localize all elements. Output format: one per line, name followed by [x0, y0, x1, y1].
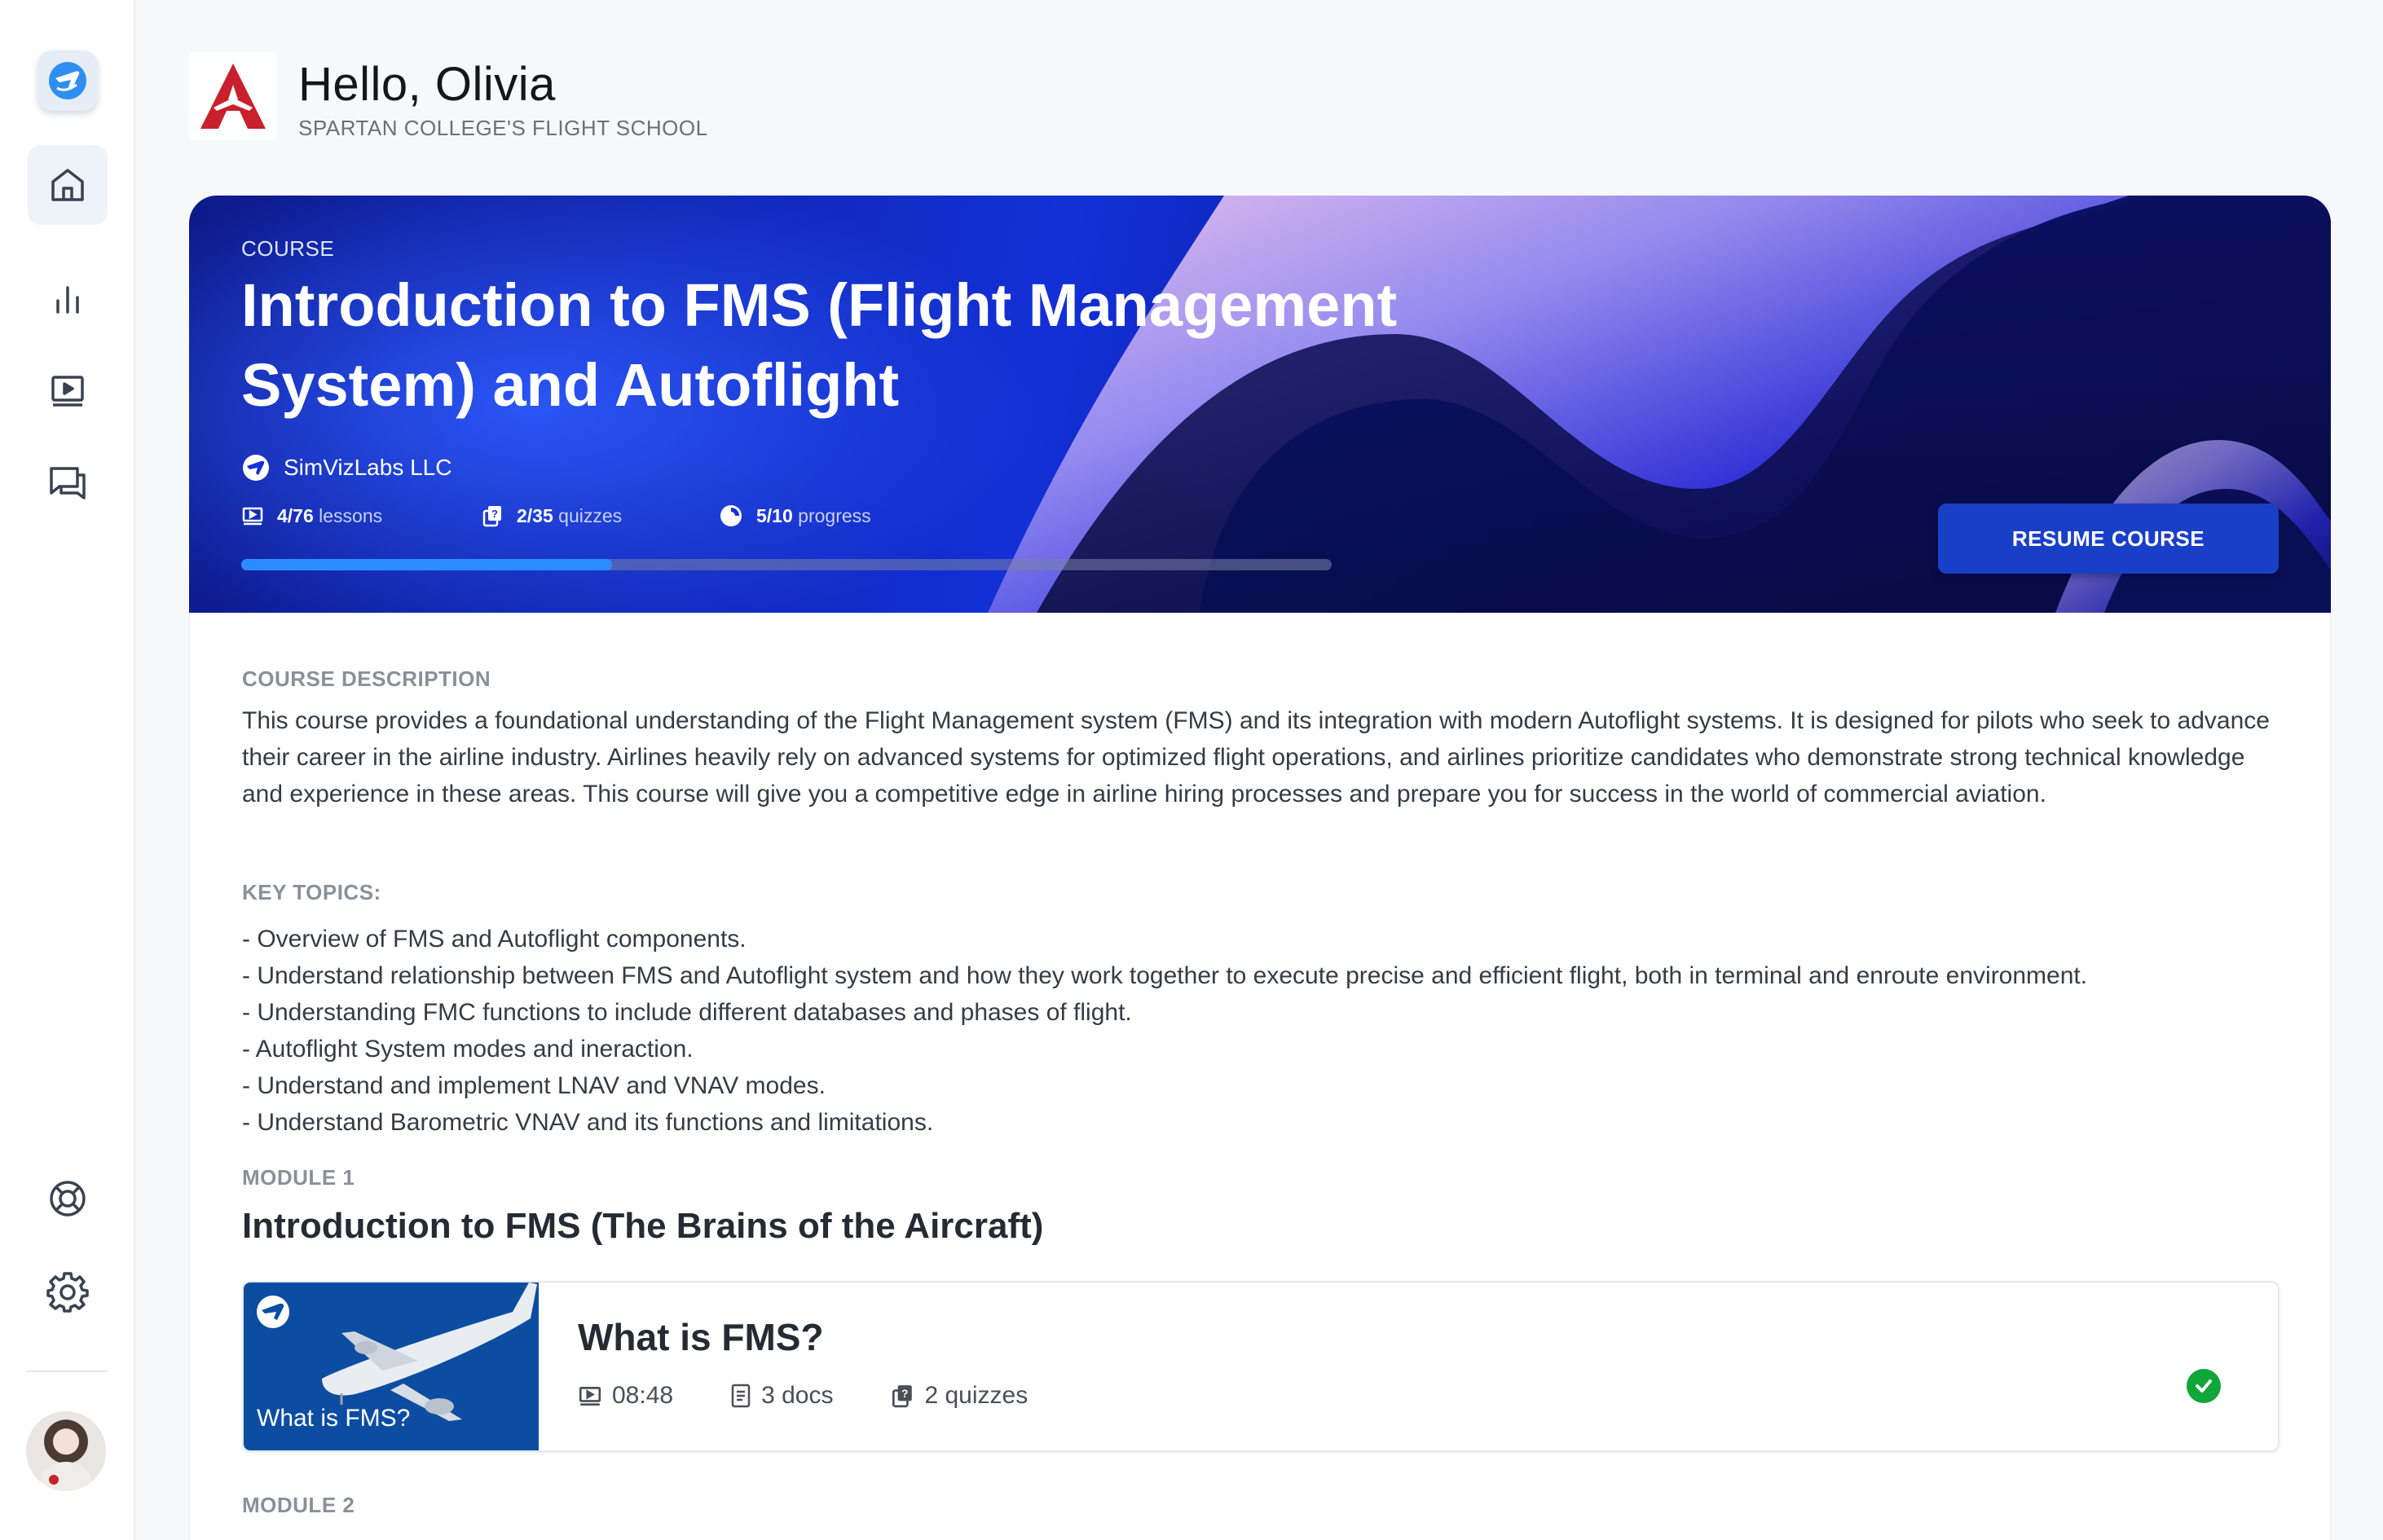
sidebar-item-home[interactable] — [28, 145, 108, 225]
course-stats: 4/76 lessons ? 2/35 quizzes 5/10 progres… — [241, 504, 871, 528]
sidebar-item-videos[interactable] — [28, 350, 108, 430]
module-1-label: MODULE 1 — [242, 1165, 355, 1190]
avatar[interactable] — [26, 1411, 106, 1491]
lessons-stat: 4/76 lessons — [241, 504, 481, 527]
lesson-title[interactable]: What is FMS? — [578, 1315, 824, 1359]
video-icon — [579, 1387, 601, 1406]
app-logo[interactable] — [37, 51, 98, 111]
course-progress-fill — [241, 559, 612, 570]
quiz-icon: ? — [482, 506, 501, 527]
support-icon — [50, 1181, 86, 1217]
topic-item: - Overview of FMS and Autoflight compone… — [242, 926, 747, 953]
lesson-card[interactable]: What is FMS? What is FMS? 08:48 3 docs ?… — [242, 1281, 2279, 1452]
document-icon — [731, 1384, 751, 1408]
module-1-title: Introduction to FMS (The Brains of the A… — [242, 1206, 1044, 1246]
course-hero-banner: COURSE Introduction to FMS (Flight Manag… — [189, 196, 2331, 613]
chat-icon — [50, 467, 86, 499]
sidebar-item-support[interactable] — [28, 1159, 108, 1239]
resume-course-button[interactable]: RESUME COURSE — [1938, 504, 2279, 574]
key-topics-list: - Overview of FMS and Autoflight compone… — [242, 921, 2279, 1141]
svg-text:?: ? — [901, 1387, 909, 1400]
key-topics-label: KEY TOPICS: — [242, 880, 381, 904]
progress-stat: 5/10 progress — [719, 504, 871, 528]
lesson-thumbnail[interactable]: What is FMS? — [244, 1283, 539, 1450]
gear-icon — [46, 1272, 89, 1313]
topic-item: - Understand Barometric VNAV and its fun… — [242, 1109, 934, 1136]
home-icon — [51, 169, 84, 201]
school-name: SPARTAN COLLEGE'S FLIGHT SCHOOL — [298, 116, 708, 140]
provider-logo-icon — [243, 455, 269, 481]
thumbnail-caption: What is FMS? — [257, 1405, 411, 1432]
provider-name: SimVizLabs LLC — [284, 455, 452, 480]
svg-text:?: ? — [491, 508, 498, 520]
school-logo — [189, 52, 277, 140]
course-content: COURSE DESCRIPTION This course provides … — [189, 613, 2331, 1540]
course-progress-bar — [241, 559, 1332, 570]
sidebar-item-messages[interactable] — [28, 443, 108, 523]
app-logo-icon — [49, 62, 86, 99]
lesson-duration: 08:48 — [578, 1382, 673, 1410]
lesson-meta: 08:48 3 docs ? 2 quizzes — [578, 1382, 1028, 1410]
topic-item: - Understand and implement LNAV and VNAV… — [242, 1072, 826, 1099]
module-2-label: MODULE 2 — [242, 1493, 355, 1517]
topic-item: - Understand relationship between FMS an… — [242, 962, 2088, 989]
school-logo-icon — [200, 64, 266, 129]
quiz-icon: ? — [892, 1385, 913, 1408]
sidebar-item-settings[interactable] — [28, 1252, 108, 1331]
sidebar — [0, 0, 135, 1540]
progress-icon — [720, 505, 742, 526]
course-title: Introduction to FMS (Flight Management S… — [241, 271, 1398, 419]
bar-chart-icon — [56, 286, 79, 314]
sidebar-item-analytics[interactable] — [28, 259, 108, 339]
lessons-icon — [242, 507, 263, 526]
topic-item: - Autoflight System modes and ineraction… — [242, 1036, 694, 1063]
course-eyebrow: COURSE — [241, 236, 335, 261]
greeting: Hello, Olivia — [298, 58, 556, 111]
sidebar-divider — [26, 1371, 108, 1372]
lesson-docs: 3 docs — [730, 1382, 833, 1410]
lesson-quizzes: ? 2 quizzes — [890, 1382, 1028, 1410]
course-provider: SimVizLabs LLC — [241, 453, 451, 482]
topic-item: - Understanding FMC functions to include… — [242, 999, 1132, 1026]
quizzes-stat: ? 2/35 quizzes — [481, 504, 719, 527]
course-description: This course provides a foundational unde… — [242, 707, 2270, 807]
video-icon — [51, 376, 84, 407]
course-description-label: COURSE DESCRIPTION — [242, 667, 491, 691]
completed-check-icon — [2187, 1369, 2221, 1403]
